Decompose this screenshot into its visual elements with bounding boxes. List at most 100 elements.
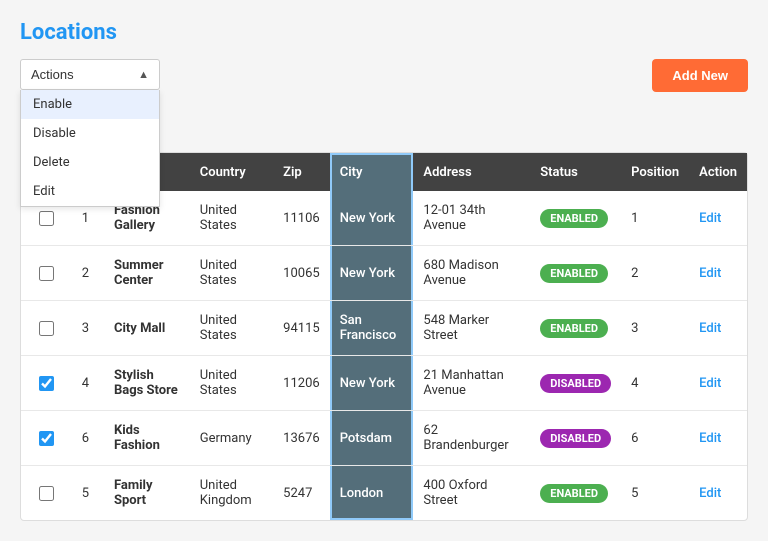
row-zip: 11106 bbox=[273, 191, 330, 246]
row-zip: 13676 bbox=[273, 411, 330, 466]
row-status: ENABLED bbox=[530, 246, 621, 301]
dropdown-item-delete[interactable]: Delete bbox=[21, 148, 159, 177]
actions-label: Actions bbox=[31, 67, 74, 82]
edit-button[interactable]: Edit bbox=[699, 266, 721, 281]
row-zip: 5247 bbox=[273, 466, 330, 521]
dropdown-item-disable[interactable]: Disable bbox=[21, 119, 159, 148]
row-address: 21 Manhattan Avenue bbox=[413, 356, 530, 411]
row-position: 2 bbox=[621, 246, 689, 301]
row-checkbox[interactable] bbox=[39, 431, 54, 446]
row-address: 400 Oxford Street bbox=[413, 466, 530, 521]
header-country: Country bbox=[190, 153, 273, 191]
header-status: Status bbox=[530, 153, 621, 191]
row-checkbox[interactable] bbox=[39, 266, 54, 281]
table-row: 6Kids FashionGermany13676Potsdam62 Brand… bbox=[21, 411, 747, 466]
header-city: City bbox=[330, 153, 414, 191]
row-id: 2 bbox=[72, 246, 104, 301]
actions-button[interactable]: Actions ▲ bbox=[20, 59, 160, 90]
row-checkbox[interactable] bbox=[39, 376, 54, 391]
locations-table: ✉ ID Name Country Zip City Address Statu… bbox=[21, 153, 747, 520]
row-action-cell: Edit bbox=[689, 191, 747, 246]
table-body: 1Fashion GalleryUnited States11106New Yo… bbox=[21, 191, 747, 520]
row-action-cell: Edit bbox=[689, 246, 747, 301]
row-id: 5 bbox=[72, 466, 104, 521]
row-address: 680 Madison Avenue bbox=[413, 246, 530, 301]
row-action-cell: Edit bbox=[689, 411, 747, 466]
header-action: Action bbox=[689, 153, 747, 191]
row-action-cell: Edit bbox=[689, 466, 747, 521]
row-status: ENABLED bbox=[530, 191, 621, 246]
status-badge: ENABLED bbox=[540, 209, 608, 228]
status-badge: ENABLED bbox=[540, 484, 608, 503]
row-status: ENABLED bbox=[530, 301, 621, 356]
row-country: United States bbox=[190, 301, 273, 356]
row-city: London bbox=[330, 466, 414, 521]
row-id: 3 bbox=[72, 301, 104, 356]
row-id: 6 bbox=[72, 411, 104, 466]
dropdown-item-edit[interactable]: Edit bbox=[21, 177, 159, 206]
row-checkbox-cell bbox=[21, 246, 72, 301]
edit-button[interactable]: Edit bbox=[699, 486, 721, 501]
row-address: 12-01 34th Avenue bbox=[413, 191, 530, 246]
row-position: 6 bbox=[621, 411, 689, 466]
status-badge: ENABLED bbox=[540, 264, 608, 283]
row-position: 4 bbox=[621, 356, 689, 411]
row-city: Potsdam bbox=[330, 411, 414, 466]
header-address: Address bbox=[413, 153, 530, 191]
row-position: 1 bbox=[621, 191, 689, 246]
row-action-cell: Edit bbox=[689, 301, 747, 356]
row-checkbox-cell bbox=[21, 466, 72, 521]
status-badge: ENABLED bbox=[540, 319, 608, 338]
actions-wrapper: Actions ▲ EnableDisableDeleteEdit bbox=[20, 59, 160, 90]
row-status: ENABLED bbox=[530, 466, 621, 521]
row-city: San Francisco bbox=[330, 301, 414, 356]
row-country: Germany bbox=[190, 411, 273, 466]
row-address: 62 Brandenburger bbox=[413, 411, 530, 466]
row-country: United States bbox=[190, 246, 273, 301]
row-checkbox[interactable] bbox=[39, 486, 54, 501]
edit-button[interactable]: Edit bbox=[699, 211, 721, 226]
actions-dropdown: EnableDisableDeleteEdit bbox=[20, 90, 160, 207]
header-zip: Zip bbox=[273, 153, 330, 191]
row-position: 5 bbox=[621, 466, 689, 521]
row-zip: 10065 bbox=[273, 246, 330, 301]
row-id: 4 bbox=[72, 356, 104, 411]
edit-button[interactable]: Edit bbox=[699, 431, 721, 446]
row-city: New York bbox=[330, 356, 414, 411]
dropdown-item-enable[interactable]: Enable bbox=[21, 90, 159, 119]
row-status: DISABLED bbox=[530, 411, 621, 466]
status-badge: DISABLED bbox=[540, 429, 611, 448]
edit-button[interactable]: Edit bbox=[699, 376, 721, 391]
table-row: 3City MallUnited States94115San Francisc… bbox=[21, 301, 747, 356]
table-row: 5Family SportUnited Kingdom5247London400… bbox=[21, 466, 747, 521]
row-city: New York bbox=[330, 191, 414, 246]
row-zip: 94115 bbox=[273, 301, 330, 356]
row-country: United States bbox=[190, 356, 273, 411]
row-name: Summer Center bbox=[104, 246, 190, 301]
row-name: City Mall bbox=[104, 301, 190, 356]
add-new-button[interactable]: Add New bbox=[652, 59, 748, 92]
top-bar: Actions ▲ EnableDisableDeleteEdit Add Ne… bbox=[20, 59, 748, 92]
page-title: Locations bbox=[20, 20, 748, 45]
row-name: Kids Fashion bbox=[104, 411, 190, 466]
header-position: Position bbox=[621, 153, 689, 191]
row-city: New York bbox=[330, 246, 414, 301]
row-checkbox[interactable] bbox=[39, 211, 54, 226]
row-checkbox-cell bbox=[21, 301, 72, 356]
edit-button[interactable]: Edit bbox=[699, 321, 721, 336]
row-checkbox-cell bbox=[21, 356, 72, 411]
status-badge: DISABLED bbox=[540, 374, 611, 393]
row-action-cell: Edit bbox=[689, 356, 747, 411]
row-checkbox-cell bbox=[21, 411, 72, 466]
row-address: 548 Marker Street bbox=[413, 301, 530, 356]
row-country: United States bbox=[190, 191, 273, 246]
row-name: Stylish Bags Store bbox=[104, 356, 190, 411]
table-row: 4Stylish Bags StoreUnited States11206New… bbox=[21, 356, 747, 411]
row-position: 3 bbox=[621, 301, 689, 356]
row-zip: 11206 bbox=[273, 356, 330, 411]
row-name: Family Sport bbox=[104, 466, 190, 521]
chevron-up-icon: ▲ bbox=[138, 69, 149, 81]
row-country: United Kingdom bbox=[190, 466, 273, 521]
locations-table-container: ✉ ID Name Country Zip City Address Statu… bbox=[20, 152, 748, 521]
row-checkbox[interactable] bbox=[39, 321, 54, 336]
